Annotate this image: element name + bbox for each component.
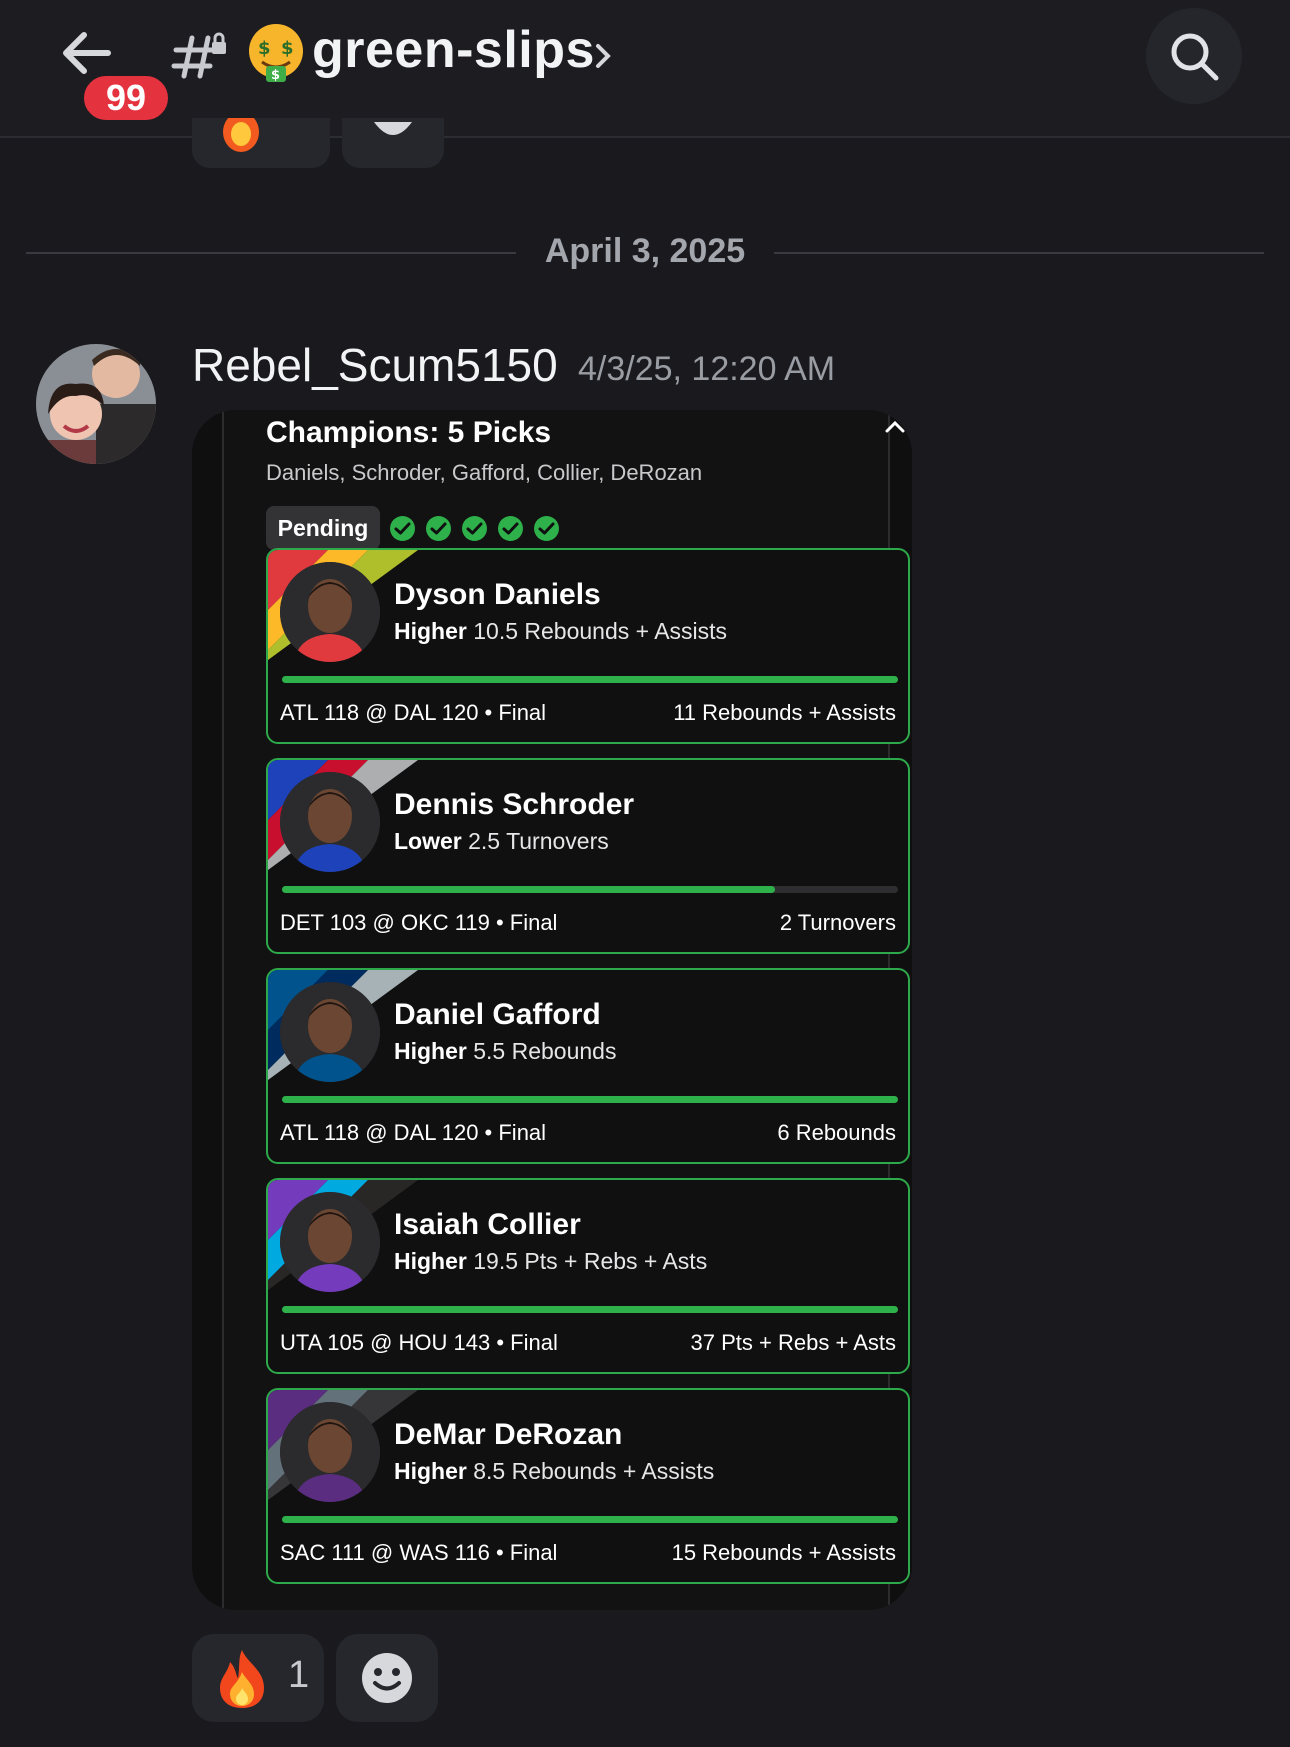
chevron-up-icon	[885, 420, 905, 433]
player-name: Isaiah Collier	[394, 1208, 581, 1241]
check-icon	[498, 516, 523, 541]
money-mouth-face-icon: $ $ $	[249, 24, 303, 83]
svg-text:$: $	[271, 68, 280, 83]
slip-title: Champions: 5 Picks	[266, 416, 552, 449]
check-icon	[426, 516, 451, 541]
check-row	[390, 516, 559, 541]
divider-line-left	[26, 252, 516, 254]
pick-direction: Higher	[394, 1248, 467, 1274]
slip-card: Champions: 5 Picks Daniels, Schroder, Ga…	[222, 410, 910, 1610]
svg-text:$: $	[258, 38, 271, 59]
pick-direction: Higher	[394, 1038, 467, 1064]
check-icon	[390, 516, 415, 541]
game-result: ATL 118 @ DAL 120 • Final	[280, 1120, 547, 1145]
svg-text:$: $	[281, 38, 294, 59]
reaction-count: 1	[288, 1654, 310, 1696]
smiley-icon	[362, 1653, 412, 1703]
chevron-right-icon[interactable]	[594, 42, 612, 70]
avatar-photo	[36, 344, 156, 464]
progress-fill	[282, 886, 775, 893]
pick-card: DeMar DeRozan Higher 8.5 Rebounds + Assi…	[266, 1388, 910, 1584]
pick-line: Higher 19.5 Pts + Rebs + Asts	[394, 1248, 707, 1275]
search-button[interactable]	[1146, 8, 1242, 104]
player-headshot	[280, 1402, 380, 1502]
pick-card: Dyson Daniels Higher 10.5 Rebounds + Ass…	[266, 548, 910, 744]
previous-add-reaction-button[interactable]	[342, 118, 444, 168]
pick-card: Isaiah Collier Higher 19.5 Pts + Rebs + …	[266, 1178, 910, 1374]
progress-fill	[282, 1516, 898, 1523]
previous-fire-reaction[interactable]	[192, 118, 330, 168]
pick-direction: Lower	[394, 828, 462, 854]
pick-stat-line: 2.5 Turnovers	[468, 828, 609, 854]
progress-fill	[282, 1306, 898, 1313]
pick-card: Dennis Schroder Lower 2.5 Turnovers DET …	[266, 758, 910, 954]
fire-reaction[interactable]: 1	[192, 1634, 324, 1722]
stat-result: 15 Rebounds + Assists	[671, 1540, 896, 1565]
pick-line: Higher 5.5 Rebounds	[394, 1038, 616, 1065]
pick-card: Daniel Gafford Higher 5.5 Rebounds ATL 1…	[266, 968, 910, 1164]
message-author[interactable]: Rebel_Scum5150	[192, 338, 558, 392]
player-name: Daniel Gafford	[394, 998, 601, 1031]
message-timestamp: 4/3/25, 12:20 AM	[578, 350, 836, 388]
progress-bar	[282, 676, 898, 683]
pick-line: Lower 2.5 Turnovers	[394, 828, 609, 855]
player-name: Dennis Schroder	[394, 788, 635, 821]
fire-icon	[220, 1650, 264, 1708]
unread-badge: 99	[80, 72, 172, 124]
progress-fill	[282, 676, 898, 683]
pick-direction: Higher	[394, 1458, 467, 1484]
player-headshot	[280, 982, 380, 1082]
pick-stat-line: 10.5 Rebounds + Assists	[473, 618, 728, 644]
stat-result: 11 Rebounds + Assists	[673, 700, 896, 725]
slip-attachment-image[interactable]: Champions: 5 Picks Daniels, Schroder, Ga…	[192, 410, 912, 1610]
pick-line: Higher 8.5 Rebounds + Assists	[394, 1458, 714, 1485]
game-result: SAC 111 @ WAS 116 • Final	[280, 1540, 558, 1565]
progress-bar	[282, 886, 898, 893]
slip-subtitle: Daniels, Schroder, Gafford, Collier, DeR…	[266, 460, 703, 485]
stat-result: 2 Turnovers	[779, 910, 896, 935]
stat-result: 37 Pts + Rebs + Asts	[690, 1330, 896, 1355]
pick-line: Higher 10.5 Rebounds + Assists	[394, 618, 727, 645]
pick-stat-line: 5.5 Rebounds	[473, 1038, 617, 1064]
fire-icon	[223, 118, 259, 152]
progress-fill	[282, 1096, 898, 1103]
progress-bar	[282, 1096, 898, 1103]
check-icon	[534, 516, 559, 541]
smiley-icon	[374, 122, 412, 135]
arrow-left-icon	[63, 32, 111, 74]
search-icon	[1171, 33, 1219, 81]
status-badge: Pending	[266, 506, 380, 550]
pick-stat-line: 8.5 Rebounds + Assists	[473, 1458, 715, 1484]
channel-name[interactable]: green-slips	[312, 20, 595, 80]
player-name: Dyson Daniels	[394, 578, 601, 611]
game-result: UTA 105 @ HOU 143 • Final	[280, 1330, 558, 1355]
back-button[interactable]: 99	[52, 22, 172, 124]
player-name: DeMar DeRozan	[394, 1418, 623, 1451]
stat-result: 6 Rebounds	[777, 1120, 896, 1145]
progress-bar	[282, 1516, 898, 1523]
check-icon	[462, 516, 487, 541]
channel-hash-lock-icon	[171, 32, 226, 79]
add-reaction-button[interactable]	[336, 1634, 438, 1722]
divider-line-right	[774, 252, 1264, 254]
game-result: ATL 118 @ DAL 120 • Final	[280, 700, 547, 725]
player-headshot	[280, 1192, 380, 1292]
pick-direction: Higher	[394, 618, 467, 644]
date-divider: April 3, 2025	[544, 232, 746, 270]
pick-stat-line: 19.5 Pts + Rebs + Asts	[473, 1248, 708, 1274]
player-headshot	[280, 772, 380, 872]
player-headshot	[280, 562, 380, 662]
author-avatar[interactable]	[36, 344, 156, 464]
game-result: DET 103 @ OKC 119 • Final	[280, 910, 558, 935]
progress-bar	[282, 1306, 898, 1313]
